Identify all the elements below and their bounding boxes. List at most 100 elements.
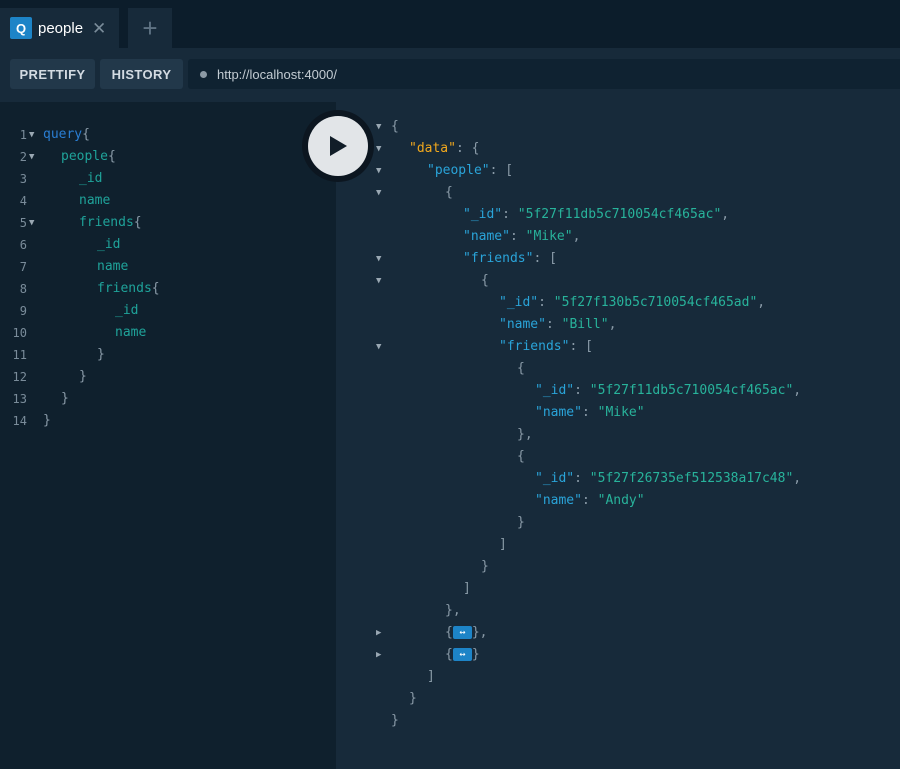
json-text: }, <box>445 600 461 622</box>
json-text: "_id": "5f27f11db5c710054cf465ac", <box>463 204 729 226</box>
result-line: ▶ {↔}, <box>336 622 900 644</box>
code-token: } <box>391 713 399 728</box>
expand-object-icon[interactable]: ↔ <box>452 648 472 661</box>
result-line: { <box>336 446 900 468</box>
code-token: }, <box>445 603 461 618</box>
play-icon <box>330 136 347 156</box>
query-editor[interactable]: 1 ▼ query{2 ▼ people{3 _id 4 name 5 ▼ friends{6 _id… <box>0 102 336 769</box>
code-token: : <box>502 207 518 222</box>
code-token: } <box>61 391 69 406</box>
close-tab-icon[interactable]: ✕ <box>92 20 106 37</box>
code-token: _id <box>115 303 139 318</box>
endpoint-url-input[interactable]: http://localhost:4000/ <box>188 59 900 89</box>
editor-line[interactable]: 12} <box>0 366 336 388</box>
editor-line[interactable]: 9 _id <box>0 300 336 322</box>
editor-line[interactable]: 4 name <box>0 190 336 212</box>
result-line: } <box>336 710 900 732</box>
code-token: "_id" <box>535 383 575 398</box>
editor-line[interactable]: 6 _id <box>0 234 336 256</box>
code-token: "Mike" <box>597 405 645 420</box>
result-line: ▼ "people": [ <box>336 160 900 182</box>
code-token: ] <box>463 581 471 596</box>
collapse-arrow-icon[interactable]: ▼ <box>376 182 381 204</box>
result-line: }, <box>336 424 900 446</box>
fold-arrow-icon[interactable]: ▼ <box>29 124 34 146</box>
run-query-button[interactable] <box>302 110 374 182</box>
code-token: "name" <box>535 405 582 420</box>
code-token: : <box>574 471 590 486</box>
prettify-button[interactable]: PRETTIFY <box>10 59 95 89</box>
code-token: { <box>445 625 453 640</box>
collapse-arrow-icon[interactable]: ▼ <box>376 138 381 160</box>
editor-line[interactable]: 11} <box>0 344 336 366</box>
result-viewer: ▼{▼ "data": {▼ "people": [▼{"_id": "5f27f1… <box>336 102 900 769</box>
collapse-arrow-icon[interactable]: ▼ <box>376 116 381 138</box>
result-line: ] <box>336 578 900 600</box>
expand-arrow-icon[interactable]: ▶ <box>376 644 381 666</box>
code-token: , <box>757 295 766 310</box>
line-number: 13 <box>12 392 27 406</box>
code-token: : <box>581 493 598 508</box>
json-text: { <box>517 358 525 380</box>
code-token: "name" <box>499 317 546 332</box>
play-icon-circle <box>308 116 368 176</box>
code-text: name <box>97 256 128 278</box>
line-number: 9 <box>19 304 27 318</box>
code-token: "5f27f26735ef512538a17c48" <box>589 471 794 486</box>
collapse-arrow-icon[interactable]: ▼ <box>376 270 381 292</box>
code-token: "data" <box>409 141 456 156</box>
editor-line[interactable]: 7 name <box>0 256 336 278</box>
editor-line[interactable]: 1 ▼ query{ <box>0 124 336 146</box>
history-button[interactable]: HISTORY <box>100 59 183 89</box>
result-line: "_id": "5f27f11db5c710054cf465ac", <box>336 204 900 226</box>
code-token: } <box>471 647 480 662</box>
fold-arrow-icon[interactable]: ▼ <box>29 146 34 168</box>
json-text: "friends": [ <box>499 336 593 358</box>
collapse-arrow-icon[interactable]: ▼ <box>376 336 381 358</box>
editor-line[interactable]: 10 name <box>0 322 336 344</box>
line-number: 1 <box>19 128 27 142</box>
json-text: }, <box>517 424 533 446</box>
code-token: , <box>793 383 802 398</box>
collapse-arrow-icon[interactable]: ▼ <box>376 248 381 270</box>
fold-arrow-icon[interactable]: ▼ <box>29 212 34 234</box>
editor-line[interactable]: 13} <box>0 388 336 410</box>
line-number: 11 <box>12 348 27 362</box>
result-line: ▼{ <box>336 270 900 292</box>
result-line: ▼ "friends": [ <box>336 248 900 270</box>
json-text: {↔}, <box>445 622 487 644</box>
json-text: } <box>481 556 489 578</box>
expand-arrow-icon[interactable]: ▶ <box>376 622 381 644</box>
collapse-arrow-icon[interactable]: ▼ <box>376 160 381 182</box>
code-token: "5f27f11db5c710054cf465ac" <box>517 207 722 222</box>
code-token: , <box>608 317 617 332</box>
code-token: : <box>581 405 598 420</box>
code-token: "5f27f130b5c710054cf465ad" <box>553 295 758 310</box>
json-text: ] <box>427 666 435 688</box>
code-token: ] <box>499 537 507 552</box>
code-token: { <box>133 215 142 230</box>
editor-line[interactable]: 14} <box>0 410 336 432</box>
result-line: "name": "Andy" <box>336 490 900 512</box>
code-token: { <box>517 449 525 464</box>
result-line: } <box>336 688 900 710</box>
expand-object-icon[interactable]: ↔ <box>452 626 472 639</box>
add-tab-button[interactable]: + <box>128 8 172 48</box>
json-text: } <box>391 710 399 732</box>
editor-line[interactable]: 5 ▼ friends{ <box>0 212 336 234</box>
code-token: _id <box>79 171 103 186</box>
result-line: "name": "Mike" <box>336 402 900 424</box>
editor-line[interactable]: 8 friends{ <box>0 278 336 300</box>
code-token: "Mike" <box>525 229 573 244</box>
code-token: } <box>97 347 105 362</box>
code-token: : <box>509 229 526 244</box>
editor-line[interactable]: 2 ▼ people{ <box>0 146 336 168</box>
editor-line[interactable]: 3 _id <box>0 168 336 190</box>
tab-people[interactable]: Q people ✕ <box>0 8 119 48</box>
result-line: ] <box>336 534 900 556</box>
json-text: } <box>517 512 525 534</box>
result-line: { <box>336 358 900 380</box>
json-text: "people": [ <box>427 160 513 182</box>
json-text: "name": "Mike", <box>463 226 580 248</box>
json-text: { <box>445 182 453 204</box>
